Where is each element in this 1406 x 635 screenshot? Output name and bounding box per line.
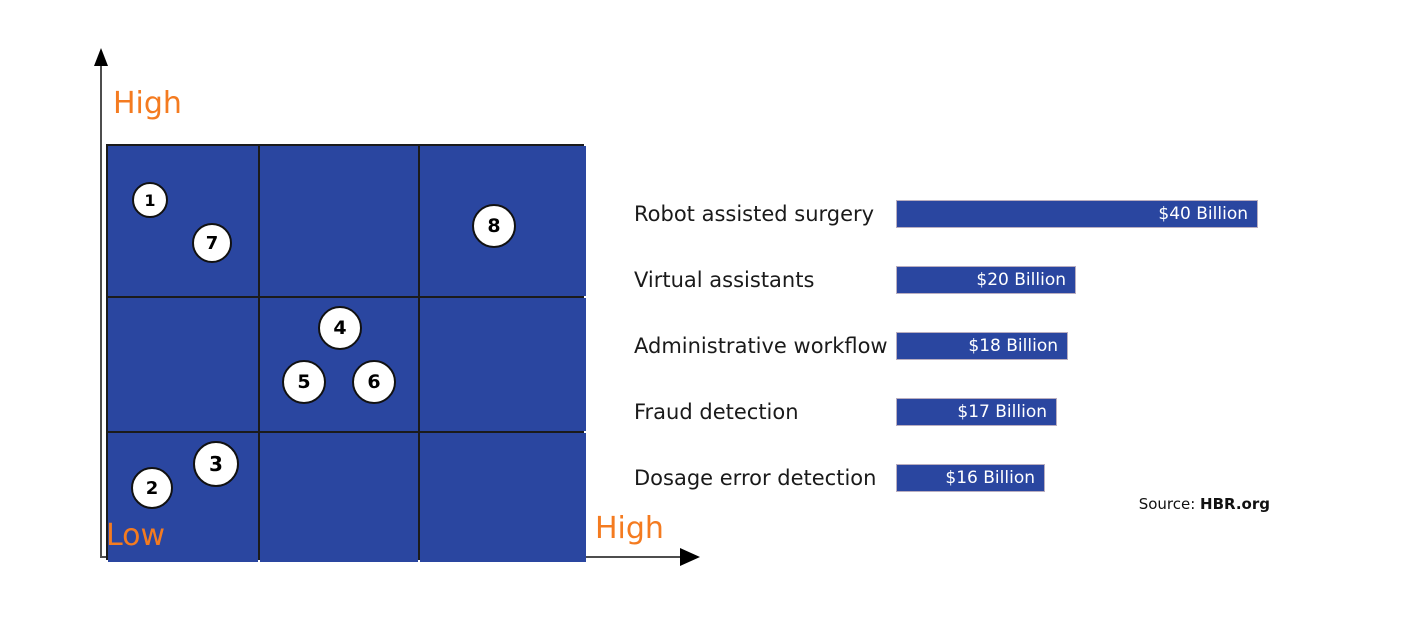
bubble-label: 6 [367,371,381,393]
quadrant-cell-r3c2[interactable] [260,433,418,562]
bar-fill[interactable]: $18 Billion [896,332,1068,360]
bar-row: Virtual assistants $20 Billion [620,265,1406,295]
bubble-marker-5[interactable]: 5 [282,360,326,404]
y-axis-high-label: High [113,86,182,121]
bubble-label: 7 [205,232,219,254]
bar-category-label: Virtual assistants [634,268,815,292]
bubble-marker-6[interactable]: 6 [352,360,396,404]
bubble-marker-3[interactable]: 3 [193,441,239,487]
bar-category-label: Fraud detection [634,400,799,424]
bar-fill[interactable]: $16 Billion [896,464,1045,492]
quadrant-cell-r1c1[interactable] [108,146,258,296]
origin-low-label: Low [106,518,166,553]
bar-track: $18 Billion [896,332,1068,360]
bar-row: Administrative workflow $18 Billion [620,331,1406,361]
quadrant-cell-r1c2[interactable] [260,146,418,296]
quadrant-cell-r2c3[interactable] [420,298,586,431]
bubble-marker-4[interactable]: 4 [318,306,362,350]
bubble-label: 3 [209,452,223,476]
bubble-marker-7[interactable]: 7 [192,223,232,263]
bar-category-label: Robot assisted surgery [634,202,875,226]
quadrant-cell-r3c3[interactable] [420,433,586,562]
bubble-marker-2[interactable]: 2 [131,467,173,509]
bubble-marker-1[interactable]: 1 [132,182,168,218]
bar-value-label: $18 Billion [968,336,1058,356]
y-axis-line [100,62,102,558]
bar-track: $20 Billion [896,266,1076,294]
source-prefix: Source: [1138,495,1201,513]
market-value-bar-chart: Robot assisted surgery $40 Billion Virtual… [620,0,1406,635]
bar-track: $17 Billion [896,398,1057,426]
bar-fill[interactable]: $20 Billion [896,266,1076,294]
bar-value-label: $40 Billion [1158,204,1248,224]
source-note: Source: HBR.org [620,495,1270,513]
bar-value-label: $16 Billion [945,468,1035,488]
bar-row: Robot assisted surgery $40 Billion [620,199,1406,229]
source-name: HBR.org [1200,495,1270,513]
bar-value-label: $17 Billion [957,402,1047,422]
bubble-label: 8 [487,215,501,237]
bar-category-label: Dosage error detection [634,466,877,490]
bar-row: Fraud detection $17 Billion [620,397,1406,427]
bubble-label: 1 [144,190,156,210]
bubble-marker-8[interactable]: 8 [472,204,516,248]
bar-fill[interactable]: $17 Billion [896,398,1057,426]
y-axis-arrow-icon [94,48,108,66]
bar-track: $40 Billion [896,200,1258,228]
quadrant-grid [106,144,586,562]
bubble-label: 4 [333,317,347,339]
impact-matrix-panel: High High Low 17845632 [0,0,720,635]
bar-track: $16 Billion [896,464,1045,492]
bar-fill[interactable]: $40 Billion [896,200,1258,228]
bar-value-label: $20 Billion [976,270,1066,290]
bar-category-label: Administrative workflow [634,334,888,358]
bubble-label: 2 [145,477,159,499]
bar-row: Dosage error detection $16 Billion [620,463,1406,493]
quadrant-cell-r2c1[interactable] [108,298,258,431]
bubble-label: 5 [297,371,311,393]
